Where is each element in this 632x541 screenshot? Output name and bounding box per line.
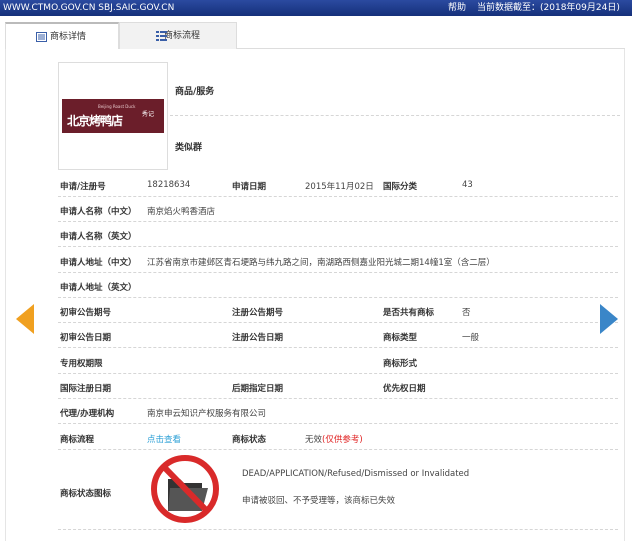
tab-label: 商标流程 — [164, 31, 201, 41]
tab-trademark-process[interactable]: 商标流程 — [119, 22, 237, 49]
goods-services-label: 商品/服务 — [175, 87, 215, 97]
reg-no: 18218634 — [147, 180, 191, 190]
tm-type-label: 商标类型 — [383, 333, 418, 343]
reg-pub-date-label: 注册公告日期 — [232, 333, 284, 343]
address-en-label: 申请人地址（英文） — [60, 283, 137, 293]
tm-form-label: 商标形式 — [383, 359, 418, 369]
data-date: 当前数据截至：(2018年09月24日) — [477, 3, 620, 13]
logo-mark: 秀记 — [142, 111, 155, 118]
status-icon-label: 商标状态图标 — [60, 489, 112, 499]
row-applicant-cn: 申请人名称（中文） 南京焰火鸭香酒店 — [58, 197, 618, 222]
divider — [170, 115, 620, 116]
shared-label: 是否共有商标 — [383, 308, 435, 318]
priority-date-label: 优先权日期 — [383, 384, 426, 394]
row-status-icon: 商标状态图标 DEAD/APPLICATION/Refused/Dismisse… — [58, 450, 618, 530]
next-arrow-button[interactable] — [600, 304, 618, 334]
app-date-label: 申请日期 — [232, 182, 267, 192]
term-label: 专用权期限 — [60, 359, 103, 369]
intl-reg-date-label: 国际注册日期 — [60, 384, 112, 394]
row-intl-reg-date: 国际注册日期 后期指定日期 优先权日期 — [58, 374, 618, 399]
row-applicant-en: 申请人名称（英文） — [58, 222, 618, 247]
similar-group-label: 类似群 — [175, 143, 203, 153]
intl-class-label: 国际分类 — [383, 182, 418, 192]
tab-bar: 商标详情 商标流程 — [5, 21, 625, 49]
address-cn: 江苏省南京市建邺区青石埂路与纬九路之间，南湖路西侧嘉业阳光城二期14幢1室（含二… — [147, 258, 495, 268]
later-date-label: 后期指定日期 — [232, 384, 284, 394]
row-prelim-date: 初审公告日期 注册公告日期 商标类型 一般 — [58, 323, 618, 348]
reg-pub-no-label: 注册公告期号 — [232, 308, 284, 318]
agent: 南京申云知识产权服务有限公司 — [147, 409, 267, 419]
top-bar: WWW.CTMO.GOV.CN SBJ.SAIC.GOV.CN 帮助 当前数据截… — [0, 0, 632, 16]
view-process-link[interactable]: 点击查看 — [147, 433, 181, 445]
logo-text-en: Beijing Roast Duck — [98, 104, 136, 109]
row-term: 专用权期限 商标形式 — [58, 349, 618, 374]
list-detail-icon — [36, 32, 47, 42]
reg-no-label: 申请/注册号 — [60, 182, 106, 192]
tab-trademark-detail[interactable]: 商标详情 — [5, 22, 119, 49]
tab-label: 商标详情 — [50, 32, 87, 42]
logo-text-cn: 北京烤鸭店 — [67, 114, 123, 128]
shared: 否 — [462, 308, 471, 318]
row-address-cn: 申请人地址（中文） 江苏省南京市建邺区青石埂路与纬九路之间，南湖路西侧嘉业阳光城… — [58, 248, 618, 273]
status-note: (仅供参考) — [322, 435, 363, 445]
row-address-en: 申请人地址（英文） — [58, 273, 618, 298]
status-value: 无效(仅供参考) — [305, 433, 363, 445]
applicant-cn-label: 申请人名称（中文） — [60, 207, 137, 217]
help-link[interactable]: 帮助 — [448, 0, 466, 16]
status-cn: 申请被驳回、不予受理等，该商标已失效 — [242, 496, 396, 506]
intl-class: 43 — [462, 180, 473, 190]
previous-arrow-button[interactable] — [16, 304, 34, 334]
row-reg-no: 申请/注册号 18218634 申请日期 2015年11月02日 国际分类 43 — [58, 172, 618, 197]
agent-label: 代理/办理机构 — [60, 409, 115, 419]
row-process-status: 商标流程 点击查看 商标状态 无效(仅供参考) — [58, 425, 618, 450]
status: 无效 — [305, 435, 323, 445]
status-en: DEAD/APPLICATION/Refused/Dismissed or In… — [242, 469, 470, 479]
prelim-date-label: 初审公告日期 — [60, 333, 112, 343]
row-agent: 代理/办理机构 南京申云知识产权服务有限公司 — [58, 399, 618, 424]
applicant-cn: 南京焰火鸭香酒店 — [147, 207, 216, 217]
applicant-en-label: 申请人名称（英文） — [60, 232, 137, 242]
trademark-image: Beijing Roast Duck 北京烤鸭店 秀记 — [58, 62, 168, 170]
grid-list-icon — [156, 31, 167, 41]
prelim-no-label: 初审公告期号 — [60, 308, 112, 318]
tm-type: 一般 — [462, 333, 480, 343]
dead-trademark-icon — [151, 455, 219, 523]
site-url: WWW.CTMO.GOV.CN SBJ.SAIC.GOV.CN — [3, 3, 175, 13]
app-date: 2015年11月02日 — [305, 182, 374, 192]
trademark-logo: Beijing Roast Duck 北京烤鸭店 秀记 — [62, 99, 164, 133]
address-cn-label: 申请人地址（中文） — [60, 258, 137, 268]
status-label: 商标状态 — [232, 435, 267, 445]
process-label: 商标流程 — [60, 435, 95, 445]
row-prelim-no: 初审公告期号 注册公告期号 是否共有商标 否 — [58, 298, 618, 323]
